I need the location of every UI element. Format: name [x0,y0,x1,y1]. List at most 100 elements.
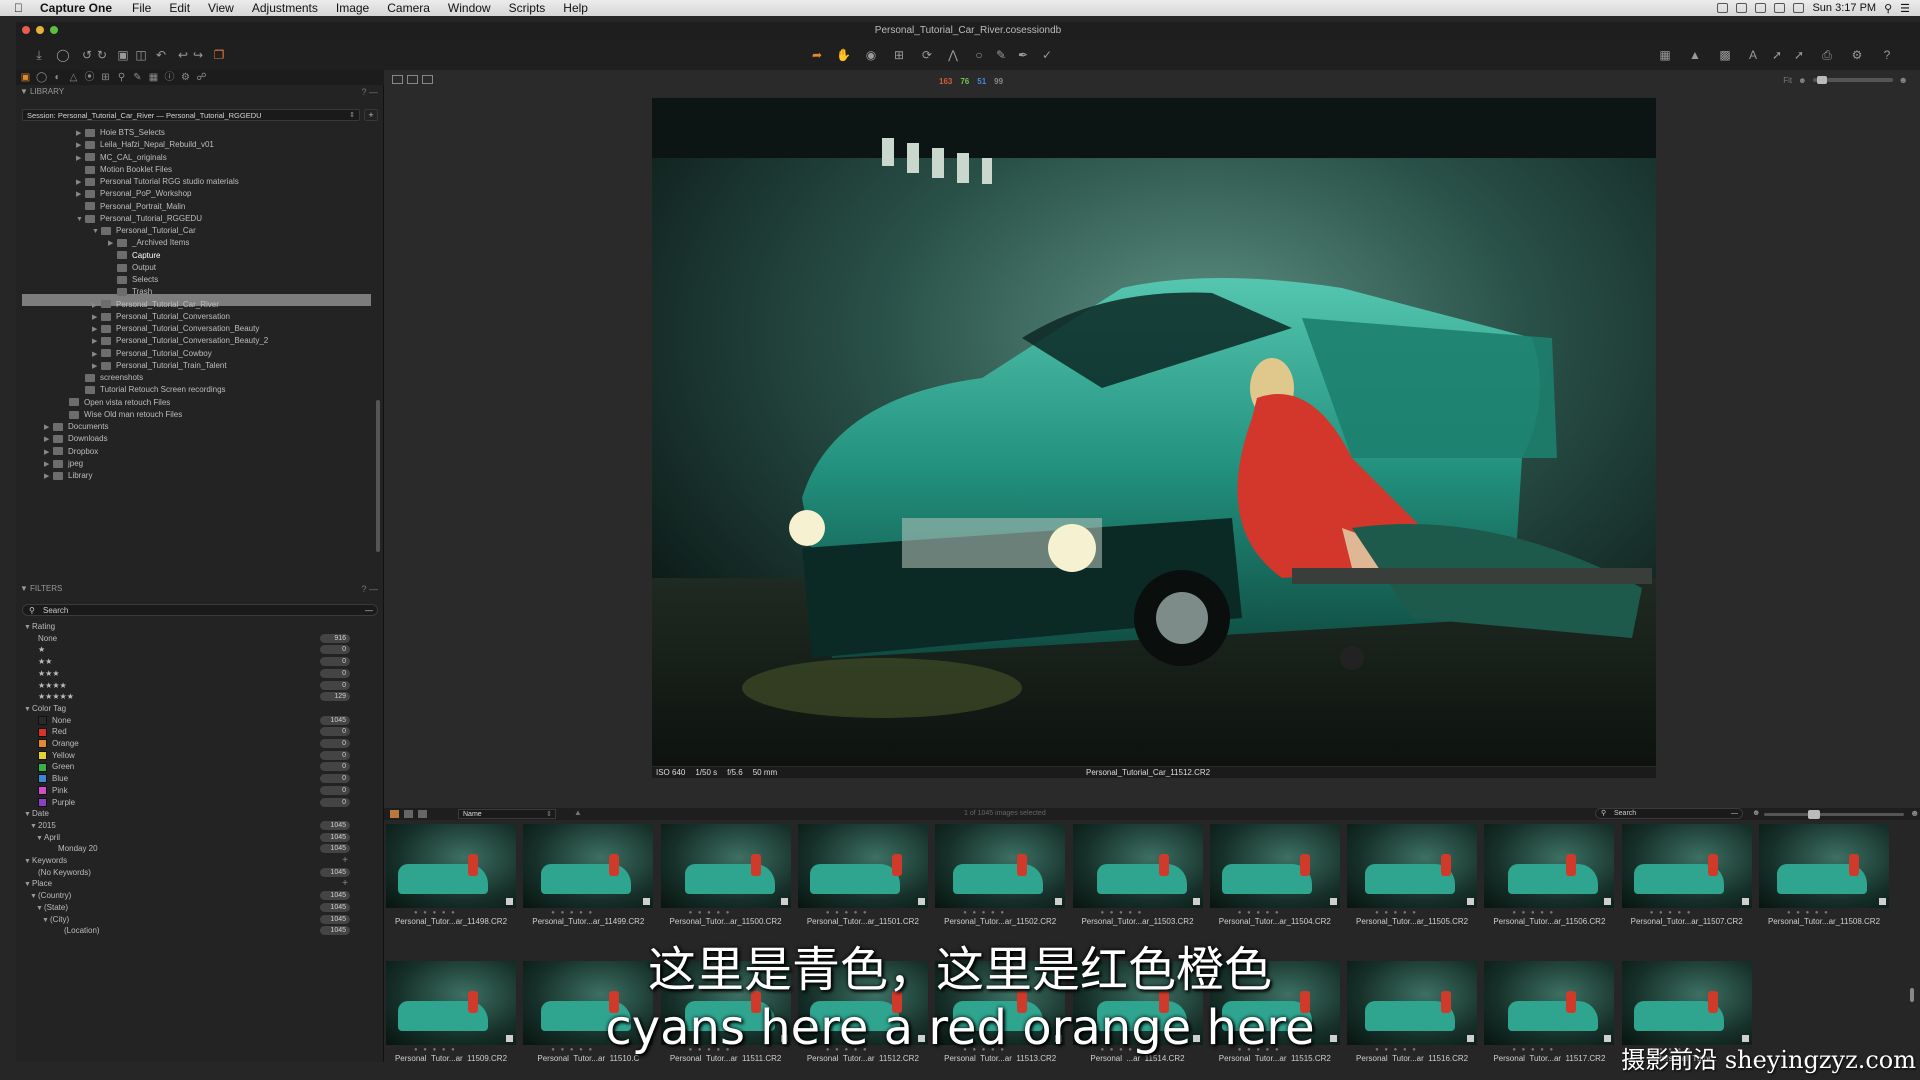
tree-item[interactable]: Trash [108,286,152,298]
tree-item[interactable]: ▼ Personal_Tutorial_RGGEDU [76,213,202,225]
menu-edit[interactable]: Edit [169,1,190,15]
rating-dots[interactable]: ● ● ● ● ● [963,910,1006,916]
tree-item[interactable]: Wise Old man retouch Files [60,409,182,421]
tree-item[interactable]: ▶ Personal_Tutorial_Conversation [92,311,230,323]
tree-item[interactable]: ▶ MC_CAL_originals [76,152,167,164]
text-overlay-icon[interactable]: A [1746,49,1760,62]
sort-direction-icon[interactable]: ▲ [574,808,582,817]
tree-item[interactable]: ▶ Leila_Hafzi_Nepal_Rebuild_v01 [76,139,214,151]
spot-removal-icon[interactable]: ○ [972,49,986,62]
tree-item[interactable]: screenshots [76,372,143,384]
rotate-right-icon[interactable]: ↻ [95,49,109,62]
output-tab-icon[interactable]: ⚙ [180,72,191,83]
menu-camera[interactable]: Camera [387,1,430,15]
menu-file[interactable]: File [132,1,151,15]
filter-row[interactable]: ★★★★ 0 [38,680,362,692]
details-tab-icon[interactable]: ⚲ [116,72,127,83]
filter-row[interactable]: ▼(State) 1045 [36,902,362,914]
rotate-left-icon[interactable]: ↺ [80,49,94,62]
thumbnail-image[interactable] [386,824,516,908]
thumbnail-cell[interactable]: ● ● ● ● ● Personal_Tutor...ar_11498.CR2 [384,820,518,926]
library-tool-header[interactable]: ▼ LIBRARY ? — [16,86,384,98]
apple-icon[interactable]:  [14,1,30,15]
collapsed-chevron-icon[interactable]: ▶ [92,336,101,348]
tree-item[interactable]: Capture [108,250,160,262]
menu-view[interactable]: View [208,1,234,15]
exposure-tab-icon[interactable]: △ [68,72,79,83]
tree-item[interactable]: Output [108,262,156,274]
add-keyword-icon[interactable]: + [342,855,348,867]
edit-with-icon[interactable]: ➚ [1792,49,1806,62]
rating-dots[interactable]: ● ● ● ● ● [1650,910,1693,916]
folder-icon[interactable]: ▣ [116,49,130,62]
collapsed-chevron-icon[interactable]: ▶ [44,422,53,434]
expanded-chevron-icon[interactable]: ▼ [24,622,32,634]
filter-row[interactable]: Pink 0 [38,785,362,797]
thumbnail-image[interactable] [935,824,1066,908]
import-icon[interactable]: ⤓ [32,49,46,62]
rating-dots[interactable]: ● ● ● ● ● [826,910,869,916]
filter-row[interactable]: Green 0 [38,761,362,773]
rating-dots[interactable]: ● ● ● ● ● [1375,910,1418,916]
filter-section[interactable]: ▼Keywords + [24,855,362,867]
browser-search-input[interactable]: ⚲ Search — [1595,808,1743,819]
tree-item[interactable]: Tutorial Retouch Screen recordings [76,384,226,396]
tree-item[interactable]: Open vista retouch Files [60,397,170,409]
tree-item[interactable]: ▼ Personal_Tutorial_Car [92,225,196,237]
tree-item[interactable]: ▶ Personal_Tutorial_Cowboy [92,348,212,360]
expanded-chevron-icon[interactable]: ▼ [42,915,50,927]
collapsed-chevron-icon[interactable]: ▶ [44,434,53,446]
filter-section[interactable]: ▼Place + [24,878,362,890]
collapsed-chevron-icon[interactable]: ▶ [92,361,101,373]
person-icon[interactable]: ☻ [1752,808,1760,817]
rating-dots[interactable]: ● ● ● ● ● [1238,910,1281,916]
tree-item[interactable]: ▶ Personal_Tutorial_Conversation_Beauty [92,323,259,335]
composition-tab-icon[interactable]: ⊞ [100,72,111,83]
collapsed-chevron-icon[interactable]: ▶ [92,349,101,361]
tree-item[interactable]: ▶ Dropbox [44,446,98,458]
search-options-icon[interactable]: — [365,605,373,616]
collapsed-chevron-icon[interactable]: ▶ [76,153,85,165]
camera-icon[interactable]: ◯ [56,49,70,62]
collapse-icon[interactable]: ▼ [20,583,28,595]
clock[interactable]: Sun 3:17 PM [1812,2,1876,14]
filter-row[interactable]: ★ 0 [38,644,362,656]
trash-icon[interactable]: ◫ [134,49,148,62]
filter-row[interactable]: Monday 20 1045 [58,843,362,855]
help-icon[interactable]: ? [1880,49,1894,62]
thumbnail-view-icon[interactable] [390,810,399,818]
tree-item[interactable]: ▶ jpeg [44,458,83,470]
batch-tab-icon[interactable]: ☍ [196,72,207,83]
thumbnail-image[interactable] [1621,824,1752,908]
thumbnail-cell[interactable]: ● ● ● ● ● Personal_Tutor...ar_11501.CR2 [796,820,930,926]
collapsed-chevron-icon[interactable]: ▶ [76,177,85,189]
rotate-tool-icon[interactable]: ⟳ [920,49,934,62]
status-icon[interactable] [1736,3,1748,13]
select-cursor-icon[interactable]: ➦ [810,49,824,62]
add-place-icon[interactable]: + [342,878,348,890]
expanded-chevron-icon[interactable]: ▼ [24,704,32,716]
tree-item[interactable]: Motion Booklet Files [76,164,172,176]
lens-tab-icon[interactable]: ⦿ [84,72,95,83]
tree-item[interactable]: ▶ Personal_PoP_Workshop [76,188,191,200]
add-favorite-button[interactable]: + [364,109,378,121]
brush-icon[interactable]: ✎ [994,49,1008,62]
notification-center-icon[interactable]: ☰ [1900,2,1910,15]
filter-row[interactable]: ★★★★★ 129 [38,691,362,703]
thumbnail-image[interactable] [660,824,791,908]
expanded-chevron-icon[interactable]: ▼ [76,214,85,226]
thumbnail-image[interactable] [1759,824,1889,908]
library-tool-help-icon[interactable]: ? — [361,86,378,98]
filter-section[interactable]: ▼Color Tag [24,703,66,715]
tree-item[interactable]: Selects [108,274,158,286]
settings-gear-icon[interactable]: ⚙ [1850,49,1864,62]
collapsed-chevron-icon[interactable]: ▶ [92,300,101,312]
filter-row[interactable]: Blue 0 [38,773,362,785]
tree-item[interactable]: ▶ Hoie BTS_Selects [76,127,165,139]
person-icon[interactable]: ☻ [1798,76,1806,85]
tree-item[interactable]: ▶ Downloads [44,433,108,445]
filters-tool-header[interactable]: ▼ FILTERS ? — [16,583,384,595]
filters-search-input[interactable]: ⚲ Search — [22,604,378,616]
wifi-icon[interactable] [1774,3,1786,13]
tree-item[interactable]: ▶ Library [44,470,92,482]
